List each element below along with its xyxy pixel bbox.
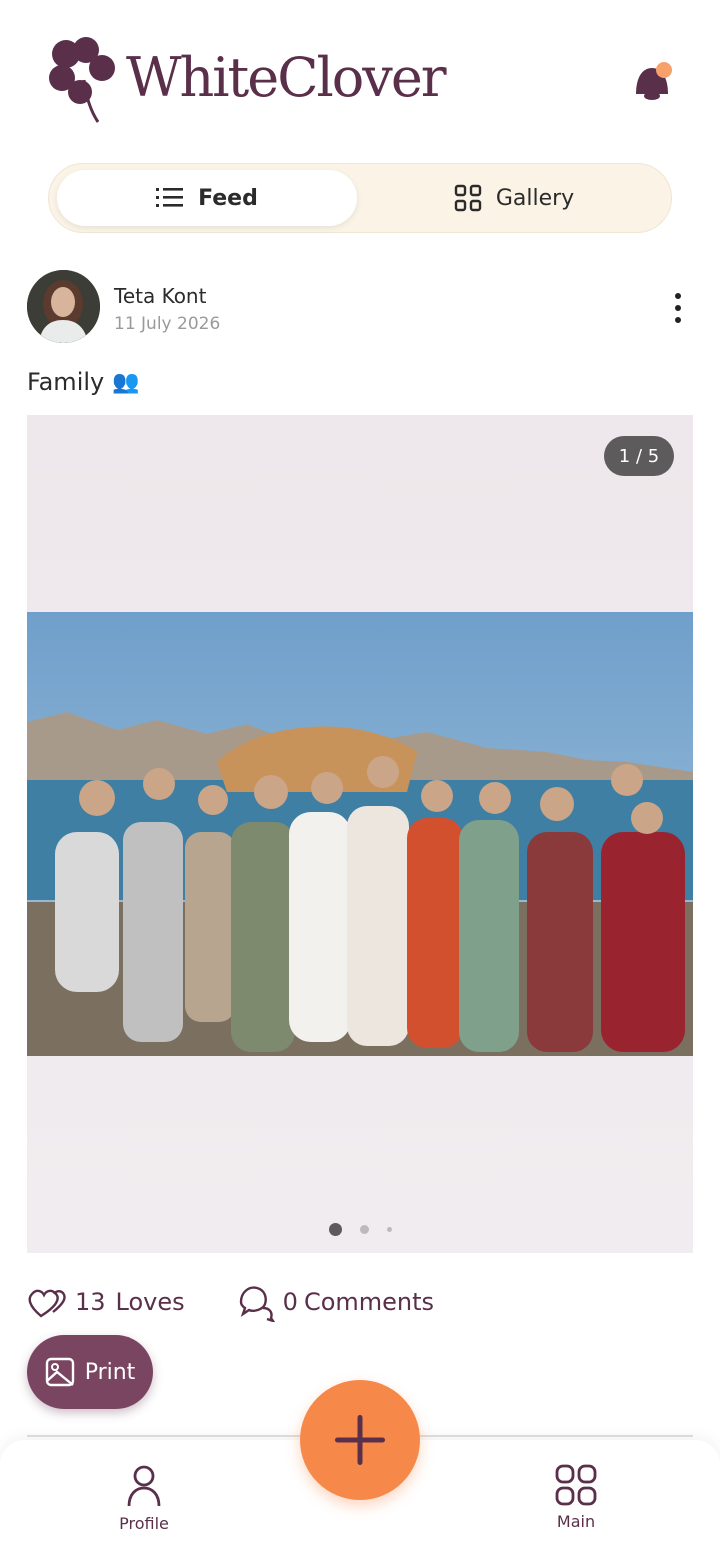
comments-label: Comments bbox=[303, 1288, 435, 1316]
comments-icon bbox=[239, 1286, 275, 1322]
pagination-dot[interactable] bbox=[359, 1224, 369, 1234]
pagination-dot-active[interactable] bbox=[328, 1222, 342, 1236]
loves-label: Loves bbox=[115, 1288, 185, 1316]
pagination-dot[interactable] bbox=[386, 1226, 392, 1232]
tab-feed[interactable]: Feed bbox=[57, 170, 357, 226]
post-image-carousel[interactable]: 1 / 5 bbox=[27, 415, 693, 1253]
app-header: WhiteClover bbox=[0, 0, 720, 150]
view-switcher: Feed Gallery bbox=[48, 163, 672, 233]
grid-icon bbox=[555, 1464, 597, 1506]
nav-main-label: Main bbox=[556, 1512, 596, 1531]
loves-button[interactable]: 13 Loves bbox=[27, 1284, 185, 1320]
plus-icon bbox=[335, 1415, 385, 1465]
hearts-icon bbox=[28, 1289, 66, 1318]
tab-gallery[interactable]: Gallery bbox=[363, 170, 665, 226]
grid-icon bbox=[454, 184, 482, 212]
app-logo: WhiteClover bbox=[46, 36, 447, 124]
post-header: Teta Kont 11 July 2026 bbox=[27, 270, 693, 344]
post-author-name[interactable]: Teta Kont bbox=[114, 284, 206, 308]
nav-main[interactable]: Main bbox=[516, 1464, 636, 1531]
add-post-button[interactable] bbox=[300, 1380, 420, 1500]
image-counter-badge: 1 / 5 bbox=[604, 436, 674, 476]
people-emoji: 👥 bbox=[112, 369, 140, 395]
nav-profile-label: Profile bbox=[119, 1514, 169, 1533]
print-button[interactable]: Print bbox=[27, 1335, 153, 1409]
notification-bell-icon[interactable] bbox=[630, 60, 676, 106]
post-stats: 13 Loves 0 Comments bbox=[27, 1280, 434, 1324]
comments-count: 0 bbox=[282, 1288, 298, 1316]
clover-logo-icon bbox=[49, 37, 115, 123]
author-avatar[interactable] bbox=[27, 270, 100, 343]
carousel-pagination bbox=[27, 1221, 693, 1237]
profile-icon bbox=[127, 1465, 161, 1507]
more-options-icon[interactable] bbox=[667, 292, 689, 324]
print-label: Print bbox=[84, 1359, 136, 1385]
image-icon bbox=[45, 1357, 74, 1387]
comments-button[interactable]: 0 Comments bbox=[235, 1282, 434, 1322]
post-caption-text: Family bbox=[27, 368, 105, 396]
post-caption: Family 👥 bbox=[27, 368, 140, 396]
tab-feed-label: Feed bbox=[198, 185, 258, 211]
post-date: 11 July 2026 bbox=[114, 314, 221, 334]
avatar-image bbox=[27, 270, 100, 343]
tab-gallery-label: Gallery bbox=[495, 185, 575, 211]
loves-count: 13 bbox=[75, 1288, 106, 1316]
list-icon bbox=[156, 188, 184, 207]
family-photo bbox=[27, 612, 693, 1056]
app-logo-text: WhiteClover bbox=[126, 45, 447, 109]
nav-profile[interactable]: Profile bbox=[84, 1464, 204, 1533]
